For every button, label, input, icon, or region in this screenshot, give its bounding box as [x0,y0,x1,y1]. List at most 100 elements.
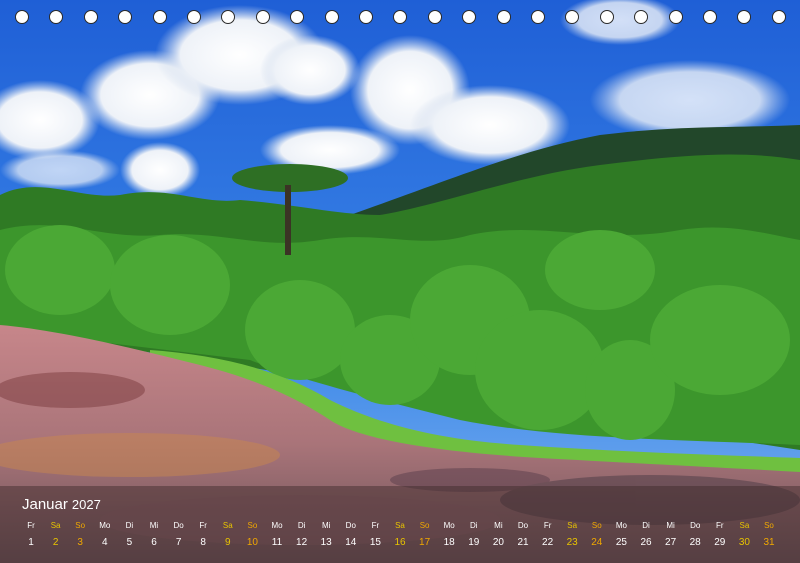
day-number: 24 [591,537,603,548]
day-number: 3 [77,537,83,548]
weekday-label: So [75,521,86,530]
day-number: 29 [714,537,726,548]
weekday-label: So [591,521,602,530]
month-name: Januar [22,496,68,513]
day-number: 11 [271,537,283,548]
day-cell: So 31 [757,520,781,548]
day-number: 6 [151,537,157,548]
weekday-label: So [247,521,258,530]
weekday-label: Mi [321,521,331,530]
day-cell: Di 12 [290,520,314,548]
binding-hole [255,10,270,24]
day-number: 23 [566,537,578,548]
day-number: 14 [345,537,357,548]
day-cell: Sa 30 [732,520,756,548]
day-number: 13 [320,537,332,548]
day-cell: Do 7 [167,520,191,548]
day-number: 18 [443,537,455,548]
day-cell: Do 28 [683,520,707,548]
day-cell: Di 19 [462,520,486,548]
weekday-label: Sa [567,521,578,530]
day-number: 7 [175,537,182,548]
day-number: 1 [28,537,34,548]
day-number: 15 [369,537,381,548]
day-number: 28 [689,537,701,548]
weekday-label: Di [470,521,478,530]
binding-hole [49,10,64,24]
weekday-label: Di [125,521,134,530]
day-cell: So 24 [585,520,609,548]
binding-hole [531,10,545,24]
weekday-label: Fr [543,521,552,530]
day-cell: Sa 23 [560,520,584,548]
day-number: 31 [763,537,775,548]
binding-hole [565,10,580,24]
binding-hole [599,10,614,24]
binding-hole [359,10,373,24]
binding-hole [221,10,236,24]
year: 2027 [71,497,101,512]
day-number: 30 [738,537,750,548]
day-cell: Mi 20 [486,520,510,548]
weekday-label: Mo [443,521,455,530]
day-number: 12 [296,537,308,548]
weekday-label: Mo [615,521,627,530]
weekday-label: Sa [395,521,405,530]
weekday-label: Fr [199,521,207,530]
day-cell: Mo 25 [609,520,633,548]
binding-hole [187,10,201,24]
weekday-label: Sa [222,521,233,530]
day-number: 27 [665,537,677,548]
binding-hole [668,10,683,24]
month-title: Januar 2027 [22,496,101,513]
day-cell: Do 21 [511,520,535,548]
day-cell: Sa 2 [44,520,68,548]
weekday-label: So [419,521,430,530]
binding-hole [703,10,717,24]
landscape-photo [0,0,800,563]
weekday-label: Fr [371,521,380,530]
day-number: 17 [419,537,431,548]
weekday-label: Mi [666,521,675,530]
weekday-label: Do [517,521,529,530]
binding-hole [462,10,477,24]
weekday-label: Mo [271,521,283,530]
binding-hole [496,10,511,24]
binding-hole [118,10,133,24]
binding-hole [737,10,752,24]
day-cell: Sa 9 [216,520,240,548]
day-cell: So 3 [68,520,92,548]
day-cell: Mo 4 [93,520,117,548]
binding-hole [15,10,29,24]
day-number: 20 [492,537,504,548]
day-number: 2 [52,537,59,548]
day-number: 4 [102,537,108,548]
day-cell: Di 26 [634,520,658,548]
day-cell: Mo 11 [265,520,289,548]
binding-hole [393,10,408,24]
day-cell: Mi 27 [659,520,683,548]
weekday-label: Fr [27,521,35,530]
day-cell: Di 5 [117,520,141,548]
binding-hole [634,10,649,24]
weekday-label: Di [297,521,306,530]
day-cell: So 17 [413,520,437,548]
binding-hole [324,10,339,24]
weekday-label: Do [173,521,184,530]
calendar-days: Fr 1 Sa 2 So 3 Mo 4 Di 5 Mi 6 Do 7 Fr 8 Sa 9 So 10 Mo 11 Di 12 M… [19,520,799,560]
day-cell: Do 14 [339,520,363,548]
weekday-label: Fr [716,521,724,530]
day-cell: Fr 22 [536,520,560,548]
day-number: 16 [394,537,406,548]
weekday-label: Do [345,521,356,530]
day-cell: Fr 29 [708,520,732,548]
day-cell: Mi 13 [314,520,338,548]
binding-hole [427,10,442,24]
day-cell: Sa 16 [388,520,412,548]
day-number: 19 [468,537,480,548]
weekday-label: Mi [149,521,159,530]
day-cell: Mo 18 [437,520,461,548]
day-cell: Mi 6 [142,520,166,548]
day-number: 26 [640,537,652,548]
binding-hole [83,10,98,24]
